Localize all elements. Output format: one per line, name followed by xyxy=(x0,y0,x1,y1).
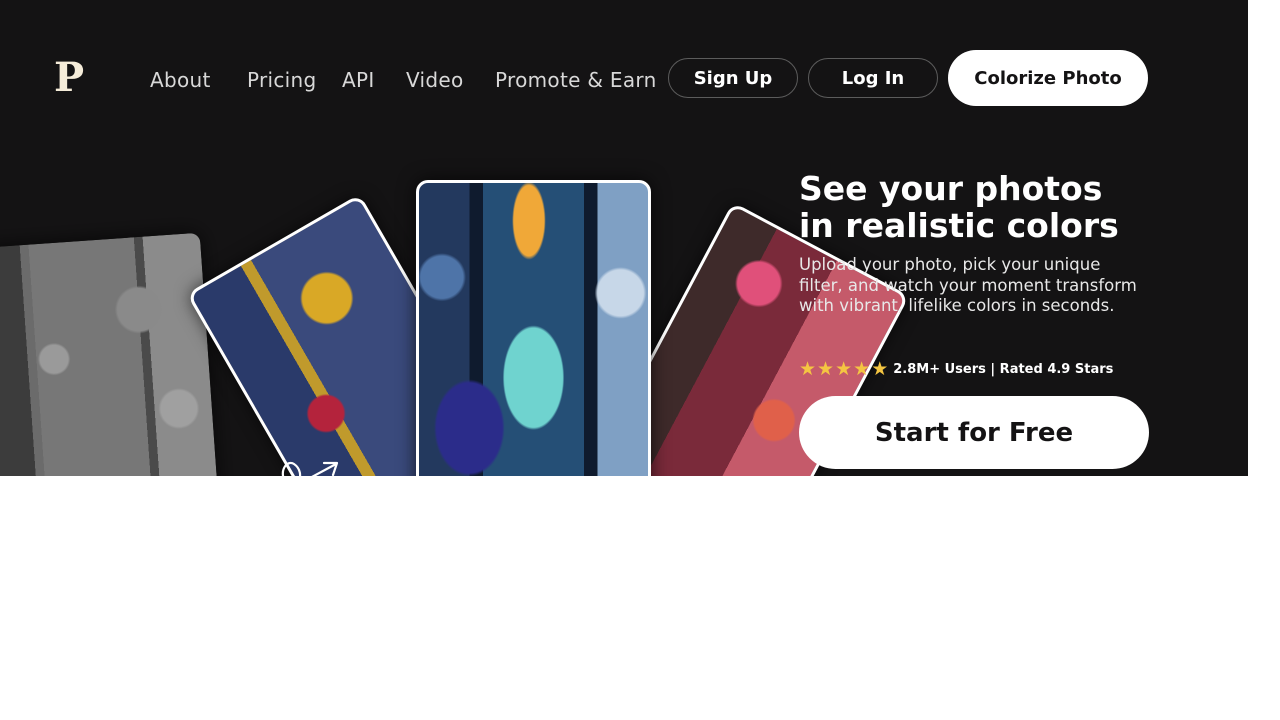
star-icon: ★ xyxy=(817,358,835,380)
nav-promote-earn[interactable]: Promote & Earn xyxy=(495,66,657,94)
star-icon: ★ xyxy=(835,358,853,380)
rating-text: 2.8M+ Users | Rated 4.9 Stars xyxy=(893,361,1114,377)
hero-section: P About Pricing API Video Promote & Earn… xyxy=(0,0,1248,476)
star-icon: ★ xyxy=(871,358,889,380)
star-icon: ★ xyxy=(853,358,871,380)
bw-photo-card xyxy=(0,232,220,476)
sketch-arrow-icon xyxy=(281,461,339,476)
nav-pricing[interactable]: Pricing xyxy=(247,66,317,94)
rating-row: ★ ★ ★ ★ ★ 2.8M+ Users | Rated 4.9 Stars xyxy=(799,358,1113,380)
start-for-free-button[interactable]: Start for Free xyxy=(799,396,1149,469)
log-in-button[interactable]: Log In xyxy=(808,58,938,98)
nav-about[interactable]: About xyxy=(150,66,211,94)
logo-icon[interactable]: P xyxy=(54,58,86,98)
hero-headline: See your photos in realistic colors xyxy=(799,169,1119,245)
sign-up-button[interactable]: Sign Up xyxy=(668,58,798,98)
nav-video[interactable]: Video xyxy=(406,66,464,94)
colorize-photo-button[interactable]: Colorize Photo xyxy=(948,50,1148,106)
star-icon: ★ xyxy=(799,358,817,380)
hero-subtext: Upload your photo, pick your unique filt… xyxy=(799,255,1137,315)
colorized-photo-card-center xyxy=(416,180,651,476)
nav-api[interactable]: API xyxy=(342,66,375,94)
